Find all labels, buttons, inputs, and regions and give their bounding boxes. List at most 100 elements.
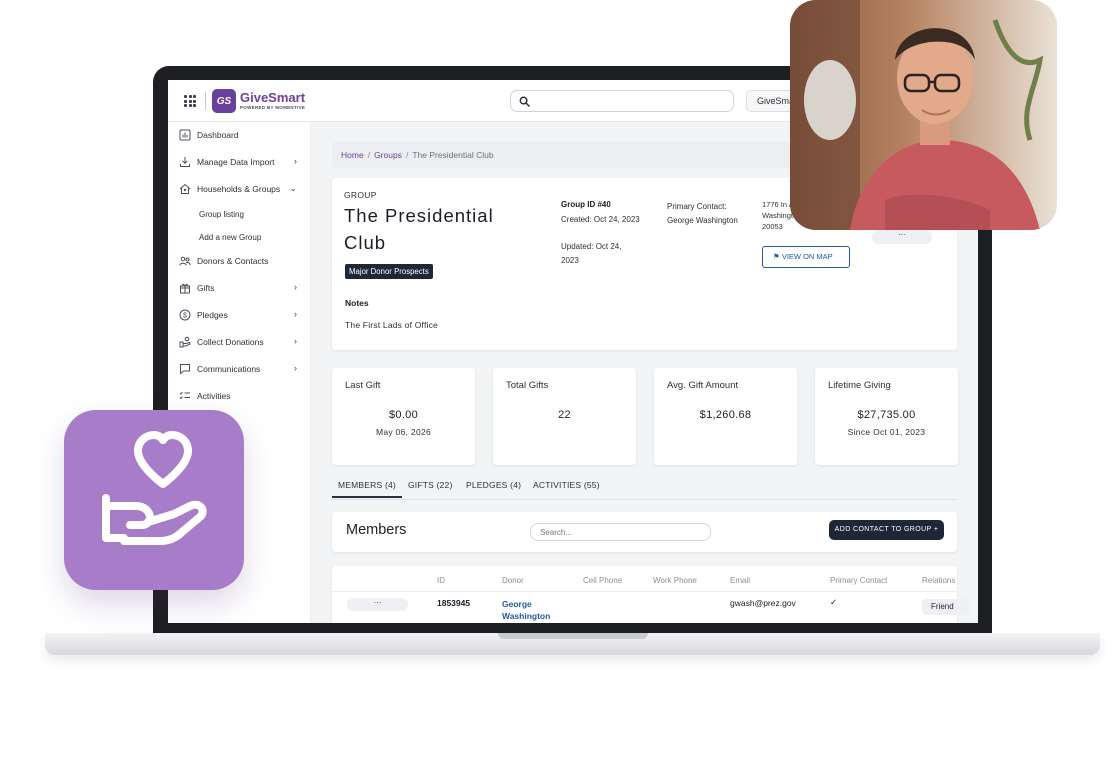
svg-text:$: $ bbox=[183, 313, 187, 320]
chevron-right-icon: › bbox=[294, 156, 297, 166]
group-more-button[interactable]: ··· bbox=[872, 230, 932, 244]
sidebar-item-label: Manage Data Import bbox=[197, 157, 275, 167]
stat-value: $27,735.00 bbox=[857, 409, 916, 421]
sidebar-item-label: Communications bbox=[197, 364, 261, 374]
sidebar-item-collect-donations[interactable]: Collect Donations › bbox=[168, 333, 311, 353]
notes-text: The First Lads of Office bbox=[345, 320, 438, 330]
sidebar-subitem-group-listing[interactable]: Group listing bbox=[199, 210, 244, 219]
chevron-right-icon: › bbox=[294, 363, 297, 373]
laptop-notch bbox=[498, 633, 648, 639]
search-icon bbox=[519, 96, 530, 107]
contacts-icon bbox=[179, 256, 191, 266]
group-type-label: GROUP bbox=[344, 190, 377, 200]
tab-activities[interactable]: ACTIVITIES (55) bbox=[533, 480, 600, 490]
dollar-icon: $ bbox=[179, 309, 191, 321]
chevron-right-icon: › bbox=[294, 282, 297, 292]
brand-subtitle: POWERED BY MOMENTIVE bbox=[240, 105, 306, 110]
stat-subtext: Since Oct 01, 2023 bbox=[847, 427, 926, 437]
sidebar-item-dashboard[interactable]: Dashboard bbox=[168, 126, 311, 146]
stat-value: $1,260.68 bbox=[699, 409, 752, 421]
sidebar-item-label: Dashboard bbox=[197, 130, 239, 140]
notes-label: Notes bbox=[345, 298, 369, 308]
stat-title: Total Gifts bbox=[506, 380, 549, 391]
view-on-map-button[interactable]: ⚑ VIEW ON MAP bbox=[762, 246, 850, 268]
members-title: Members bbox=[346, 522, 407, 538]
dashboard-icon bbox=[179, 129, 191, 141]
column-header: Work Phone bbox=[653, 576, 697, 585]
sidebar-item-label: Activities bbox=[197, 391, 231, 401]
stat-title: Avg. Gift Amount bbox=[667, 380, 739, 391]
group-title: The Presidential Club bbox=[344, 205, 494, 253]
group-tag-badge: Major Donor Prospects bbox=[345, 264, 433, 279]
breadcrumb-separator: / bbox=[405, 150, 409, 160]
sidebar-item-manage-data-import[interactable]: Manage Data Import › bbox=[168, 153, 311, 173]
breadcrumb-groups-link[interactable]: Groups bbox=[374, 150, 402, 160]
row-more-button[interactable]: ··· bbox=[347, 598, 408, 611]
chevron-down-icon: ⌄ bbox=[289, 183, 297, 193]
sidebar-item-communications[interactable]: Communications › bbox=[168, 360, 311, 380]
tab-members[interactable]: MEMBERS (4) bbox=[332, 480, 402, 498]
stat-value: 22 bbox=[558, 409, 571, 421]
sidebar-item-label: Gifts bbox=[197, 283, 215, 293]
sidebar-item-label: Collect Donations bbox=[197, 337, 264, 347]
column-header: Relations bbox=[922, 576, 956, 585]
members-header-card: Members ADD CONTACT TO GROUP + bbox=[332, 512, 957, 552]
stat-card-total-gifts: Total Gifts 22 bbox=[493, 368, 636, 465]
primary-contact: Primary Contact: George Washington bbox=[667, 202, 738, 225]
relation-badge: Friend bbox=[922, 599, 970, 615]
tabs-divider bbox=[332, 499, 957, 500]
table-header-divider bbox=[332, 591, 957, 592]
map-icon: ⚑ bbox=[773, 252, 782, 261]
group-created: Created: Oct 24, 2023 bbox=[561, 215, 640, 224]
breadcrumb-separator: / bbox=[367, 150, 371, 160]
stat-card-avg-gift: Avg. Gift Amount $1,260.68 bbox=[654, 368, 797, 465]
breadcrumb-home-link[interactable]: Home bbox=[341, 150, 364, 160]
sidebar-item-pledges[interactable]: $ Pledges › bbox=[168, 306, 311, 326]
member-id: 1853945 bbox=[437, 598, 471, 608]
column-header: Cell Phone bbox=[583, 576, 623, 585]
global-search-input[interactable] bbox=[510, 90, 734, 112]
column-header: ID bbox=[437, 576, 445, 585]
group-id: Group ID #40 bbox=[561, 200, 611, 209]
sidebar-item-label: Donors & Contacts bbox=[197, 256, 269, 266]
members-table: ID Donor Cell Phone Work Phone Email Pri… bbox=[332, 566, 970, 623]
households-icon bbox=[179, 183, 191, 194]
chevron-right-icon: › bbox=[294, 309, 297, 319]
stat-subtext: May 06, 2026 bbox=[375, 427, 432, 437]
apps-grid-icon[interactable] bbox=[184, 95, 196, 107]
person-photo bbox=[790, 0, 1057, 230]
members-search-input[interactable] bbox=[530, 523, 711, 541]
brand-logo-icon: GS bbox=[212, 89, 236, 113]
gift-icon bbox=[180, 283, 190, 294]
sidebar-item-households-groups[interactable]: Households & Groups ⌄ bbox=[168, 180, 311, 200]
divider bbox=[205, 92, 206, 110]
member-donor-link[interactable]: George Washington bbox=[502, 598, 564, 622]
sidebar-subitem-add-group[interactable]: Add a new Group bbox=[199, 233, 261, 242]
stat-value: $0.00 bbox=[388, 409, 419, 421]
chat-icon bbox=[180, 364, 190, 375]
checklist-icon bbox=[179, 391, 190, 400]
add-contact-to-group-button[interactable]: ADD CONTACT TO GROUP + bbox=[829, 520, 944, 540]
download-icon bbox=[180, 157, 190, 167]
sidebar-item-label: Pledges bbox=[197, 310, 228, 320]
column-header: Donor bbox=[502, 576, 524, 585]
stat-card-last-gift: Last Gift $0.00 May 06, 2026 bbox=[332, 368, 475, 465]
sidebar-item-activities[interactable]: Activities bbox=[168, 387, 311, 407]
sidebar-item-donors-contacts[interactable]: Donors & Contacts bbox=[168, 252, 311, 272]
sidebar-item-gifts[interactable]: Gifts › bbox=[168, 279, 311, 299]
stat-title: Lifetime Giving bbox=[828, 380, 891, 391]
column-header: Primary Contact bbox=[830, 576, 888, 585]
view-on-map-label: VIEW ON MAP bbox=[781, 252, 833, 261]
brand-name: GiveSmart bbox=[240, 90, 306, 105]
check-icon: ✓ bbox=[830, 597, 838, 607]
column-header: Email bbox=[730, 576, 751, 585]
collect-icon bbox=[179, 336, 191, 348]
giving-hand-icon bbox=[64, 410, 244, 590]
sidebar-item-label: Households & Groups bbox=[197, 184, 281, 194]
member-email: gwash@prez.gov bbox=[730, 598, 796, 608]
tab-gifts[interactable]: GIFTS (22) bbox=[408, 480, 453, 490]
tab-pledges[interactable]: PLEDGES (4) bbox=[466, 480, 521, 490]
group-updated: Updated: Oct 24, 2023 bbox=[561, 242, 622, 265]
chevron-right-icon: › bbox=[294, 336, 297, 346]
breadcrumb-current: The Presidential Club bbox=[412, 150, 494, 160]
